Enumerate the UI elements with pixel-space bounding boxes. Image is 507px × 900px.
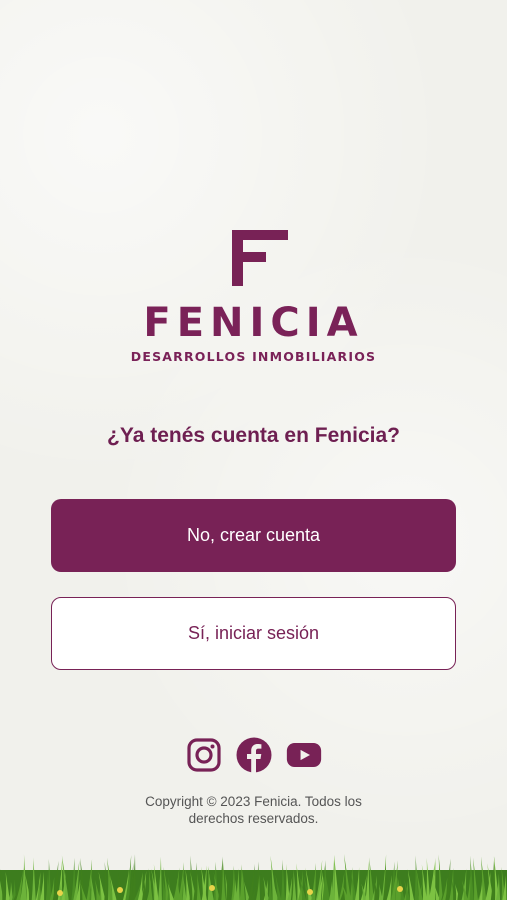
youtube-icon[interactable] bbox=[286, 737, 322, 773]
create-account-label: No, crear cuenta bbox=[186, 525, 321, 545]
brand-tagline: DESARROLLOS INMOBILIARIOS bbox=[130, 349, 377, 364]
account-question: ¿Ya tenés cuenta en Fenicia? bbox=[107, 424, 400, 447]
brand-name: FENICIA bbox=[143, 300, 364, 346]
grass-decoration bbox=[0, 854, 507, 900]
copyright-text: Copyright © 2023 Fenicia. Todos los dere… bbox=[120, 793, 387, 827]
login-label: Sí, iniciar sesión bbox=[187, 623, 320, 643]
copyright-line-2: derechos reservados. bbox=[188, 811, 319, 826]
copyright-line-1: Copyright © 2023 Fenicia. Todos los bbox=[145, 794, 362, 809]
create-account-button[interactable]: No, crear cuenta bbox=[51, 499, 456, 572]
facebook-icon[interactable] bbox=[236, 737, 272, 773]
instagram-icon[interactable] bbox=[186, 737, 222, 773]
login-button[interactable]: Sí, iniciar sesión bbox=[51, 597, 456, 670]
social-links bbox=[0, 737, 507, 773]
fenicia-logo-icon bbox=[232, 230, 288, 286]
